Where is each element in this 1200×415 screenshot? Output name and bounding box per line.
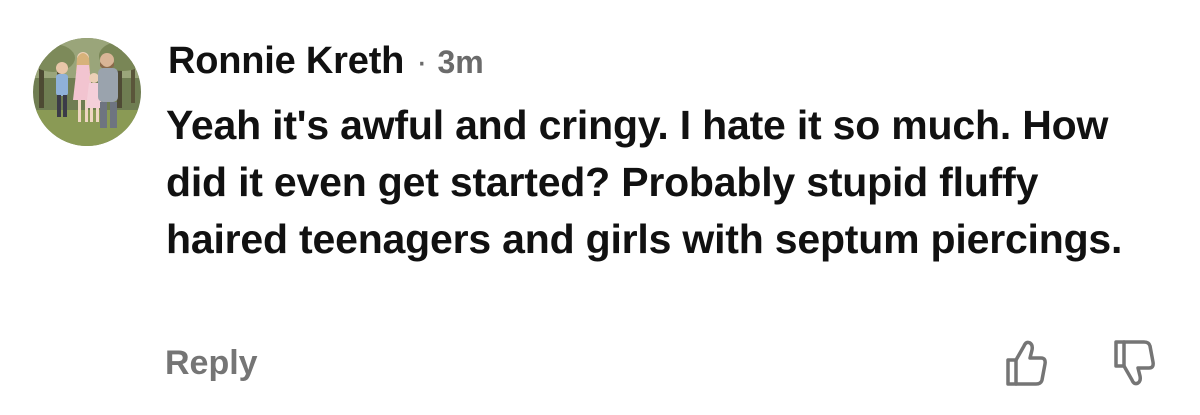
thumbs-up-icon: [1006, 340, 1047, 386]
thumbs-down-icon: [1114, 340, 1155, 386]
avatar[interactable]: [33, 38, 141, 146]
comment: Ronnie Kreth · 3m Yeah it's awful and cr…: [0, 0, 1200, 415]
comment-header: Ronnie Kreth · 3m: [168, 40, 484, 90]
meta-separator: ·: [416, 43, 428, 81]
timestamp: 3m: [437, 44, 484, 80]
author-name[interactable]: Ronnie Kreth: [168, 40, 404, 83]
downvote-button[interactable]: [1112, 338, 1156, 388]
avatar-photo: [33, 38, 141, 146]
upvote-button[interactable]: [1004, 338, 1048, 388]
reply-button[interactable]: Reply: [165, 344, 258, 383]
comment-text: Yeah it's awful and cringy. I hate it so…: [166, 102, 1123, 262]
